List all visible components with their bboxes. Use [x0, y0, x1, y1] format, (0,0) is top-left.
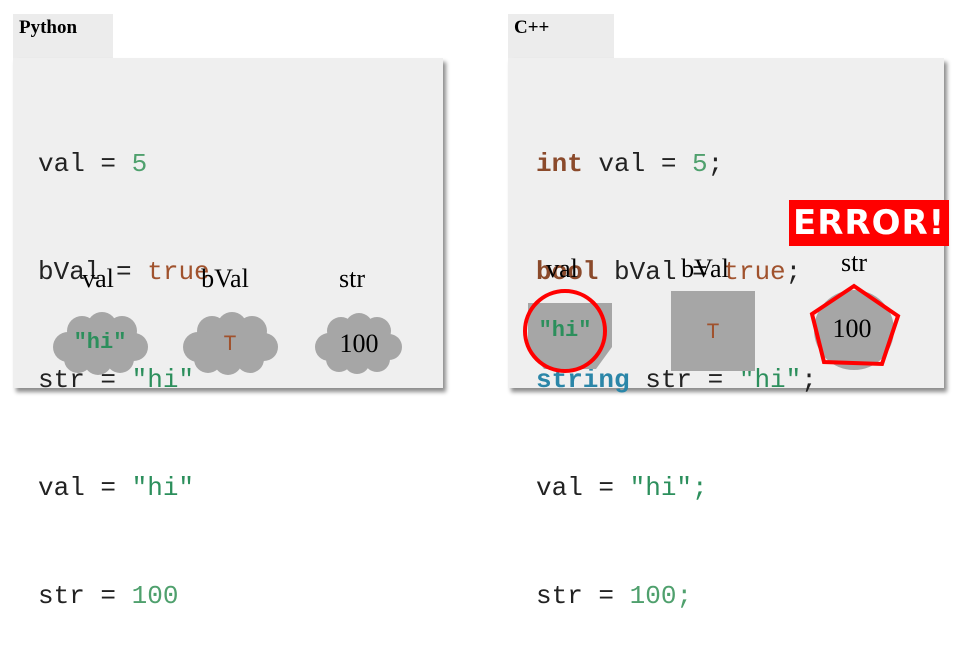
cpp-bval-content: T	[706, 320, 720, 345]
python-bval-label: bVal	[201, 264, 249, 293]
cpp-tab-label: C++	[514, 17, 550, 38]
error-badge: ERROR!	[789, 200, 950, 246]
python-code-line-4: val = "hi"	[38, 473, 195, 503]
cpp-bval-label: bVal	[681, 254, 729, 283]
python-tab: Python	[13, 14, 113, 58]
python-str-label: str	[339, 264, 365, 293]
python-val-content: "hi"	[73, 330, 127, 355]
cpp-val-content: "hi"	[538, 318, 592, 343]
python-code-line-5: str = 100	[38, 581, 179, 611]
python-val-label: val	[82, 264, 114, 293]
cpp-tab: C++	[508, 14, 614, 58]
cpp-code-line-5: str = 100;	[536, 581, 693, 611]
cpp-str-content: 100	[832, 314, 872, 343]
cpp-code-line-4: val = "hi";	[536, 473, 708, 503]
python-code-line-1: val = 5	[38, 149, 148, 179]
python-str-content: 100	[339, 329, 379, 358]
cpp-code-line-1: int val = 5;	[536, 149, 724, 179]
cpp-val-label: val	[546, 254, 578, 283]
python-bval-content: T	[223, 332, 237, 357]
python-tab-label: Python	[19, 17, 78, 38]
cpp-str-label: str	[841, 248, 867, 277]
